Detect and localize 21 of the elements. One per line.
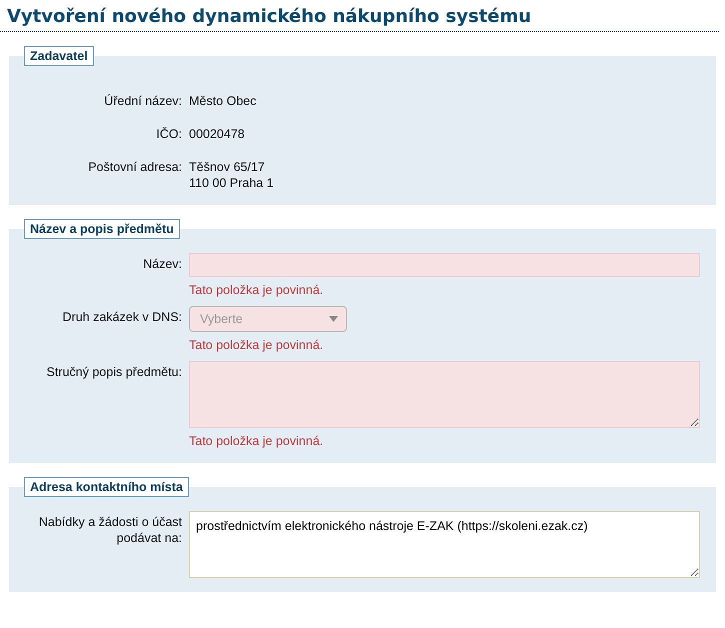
text-area[interactable]: prostřednictvím elektronického nástroje E-ZAK (https://skoleni.ezak.cz) xyxy=(189,511,700,578)
field-value: 00020478 xyxy=(189,126,246,142)
section-legend: Adresa kontaktního místa xyxy=(24,477,189,497)
error-message: Tato položka je povinná. xyxy=(189,337,324,353)
text-area[interactable] xyxy=(189,361,700,428)
section-legend: Zadavatel xyxy=(24,46,94,66)
caret-icon xyxy=(329,316,338,322)
field-label: Nabídky a žádosti o účast podávat na: xyxy=(38,514,182,547)
field-label: Název: xyxy=(142,256,182,273)
field-label: Poštovní adresa: xyxy=(87,159,182,176)
section-legend: Název a popis předmětu xyxy=(24,219,180,239)
error-message: Tato položka je povinná. xyxy=(189,282,324,298)
page-title: Vytvoření nového dynamického nákupního systému xyxy=(0,0,719,32)
name-field[interactable] xyxy=(189,253,700,277)
field-label: Stručný popis předmětu: xyxy=(46,364,182,381)
field-value: Těšnov 65/17 110 00 Praha 1 xyxy=(189,159,275,191)
field-label: Druh zakázek v DNS: xyxy=(62,309,182,326)
error-message: Tato položka je povinná. xyxy=(189,433,324,449)
field-value: Město Obec xyxy=(189,93,258,109)
field-label: Úřední název: xyxy=(103,93,182,109)
field-label: IČO: xyxy=(155,126,182,142)
